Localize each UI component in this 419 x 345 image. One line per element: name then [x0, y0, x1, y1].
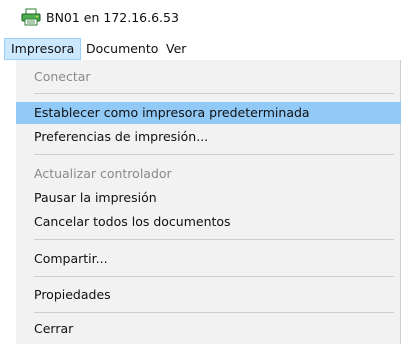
printer-dropdown-menu: Conectar Establecer como impresora prede…	[16, 60, 401, 344]
menu-item-pause-printing[interactable]: Pausar la impresión	[16, 187, 401, 209]
menu-separator	[34, 239, 394, 240]
menu-item-conectar[interactable]: Conectar	[16, 66, 401, 88]
menu-item-properties[interactable]: Propiedades	[16, 284, 401, 306]
menu-item-set-default-printer[interactable]: Establecer como impresora predeterminada	[16, 102, 401, 124]
menu-item-cancel-all-documents[interactable]: Cancelar todos los documentos	[16, 211, 401, 233]
menu-documento[interactable]: Documento	[80, 38, 164, 60]
menu-item-update-driver[interactable]: Actualizar controlador	[16, 163, 401, 185]
printer-icon	[21, 8, 41, 26]
title-bar: BN01 en 172.16.6.53	[0, 0, 419, 36]
menu-separator	[34, 276, 394, 277]
window-title: BN01 en 172.16.6.53	[46, 10, 179, 25]
menu-separator	[34, 154, 394, 155]
menu-item-share[interactable]: Compartir...	[16, 248, 401, 270]
menu-item-close[interactable]: Cerrar	[16, 318, 401, 340]
menu-item-printing-preferences[interactable]: Preferencias de impresión...	[16, 126, 401, 148]
menu-separator	[34, 312, 394, 313]
menu-impresora[interactable]: Impresora	[4, 38, 82, 60]
print-queue-window: BN01 en 172.16.6.53 Impresora Documento …	[0, 0, 419, 345]
menu-separator	[34, 93, 394, 94]
menu-ver[interactable]: Ver	[160, 38, 192, 60]
menu-bar: Impresora Documento Ver	[0, 38, 419, 60]
